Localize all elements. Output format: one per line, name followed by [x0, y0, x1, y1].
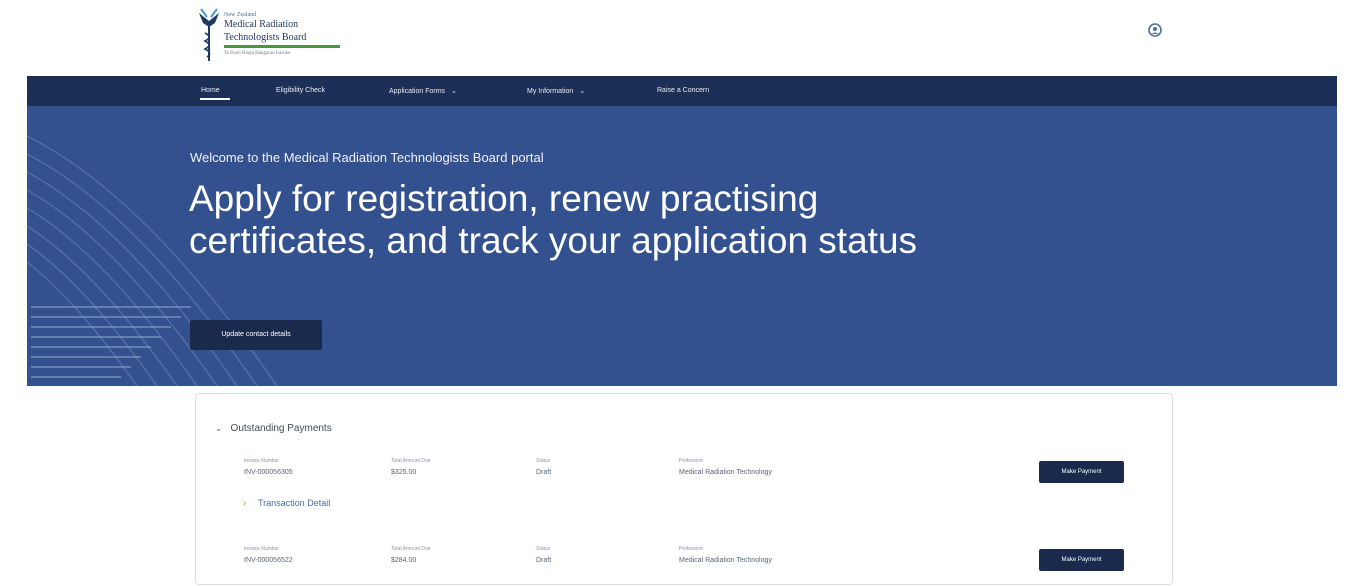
- logo-maori-name: Te Poari Ringa Hangarau Iraruke: [224, 51, 291, 56]
- profession-label: Profession: [679, 458, 703, 464]
- nav-active-indicator: [200, 98, 230, 100]
- outstanding-payments-title: Outstanding Payments: [230, 423, 332, 434]
- profession-value: Medical Radiation Technology: [679, 469, 772, 476]
- nav-home-label: Home: [201, 87, 220, 94]
- logo-name-line1: Medical Radiation: [224, 19, 299, 30]
- nav-eligibility-check[interactable]: Eligibility Check: [276, 87, 325, 94]
- logo-name-line2: Technologists Board: [224, 32, 307, 43]
- status-field: Status Draft: [536, 546, 551, 564]
- invoice-number-label: Invoice Number: [244, 546, 280, 552]
- payment-row: Invoice Number INV-000056305 Total Amoun…: [196, 458, 1172, 498]
- amount-due-field: Total Amount Due $325.00: [391, 458, 430, 476]
- chevron-down-icon: ⌄: [451, 88, 457, 95]
- chevron-down-icon: ⌄: [579, 88, 586, 95]
- make-payment-button[interactable]: Make Payment: [1039, 549, 1124, 571]
- chevron-down-icon: ⌄: [215, 423, 223, 433]
- status-field: Status Draft: [536, 458, 551, 476]
- outstanding-payments-panel: ⌄ Outstanding Payments Invoice Number INV…: [195, 393, 1173, 585]
- status-value: Draft: [536, 557, 552, 564]
- nav-my-information-label: My Information: [527, 88, 574, 95]
- logo-country: New Zealand: [224, 12, 257, 18]
- amount-due-field: Total Amount Due $284.00: [391, 546, 430, 564]
- amount-due-value: $325.00: [391, 469, 417, 476]
- invoice-number-value: INV-000056305: [244, 469, 293, 476]
- status-label: Status: [536, 458, 551, 464]
- caduceus-logo-icon: [199, 8, 219, 61]
- board-logo[interactable]: New Zealand Medical Radiation Technologi…: [197, 7, 347, 65]
- logo-underline: [224, 45, 340, 48]
- hero-heading: Apply for registration, renew practising…: [189, 178, 918, 261]
- site-header: New Zealand Medical Radiation Technologi…: [0, 0, 1354, 76]
- chevron-right-icon: ›: [243, 498, 246, 508]
- transaction-detail-toggle[interactable]: › Transaction Detail: [243, 498, 330, 508]
- nav-raise-concern-label: Raise a Concern: [657, 87, 710, 94]
- amount-due-label: Total Amount Due: [391, 458, 431, 464]
- profession-field: Profession Medical Radiation Technology: [679, 546, 772, 564]
- transaction-detail-label: Transaction Detail: [258, 498, 331, 508]
- user-profile-icon[interactable]: [1148, 23, 1162, 37]
- invoice-number-field: Invoice Number INV-000056305: [244, 458, 293, 476]
- nav-home[interactable]: Home: [201, 87, 220, 94]
- invoice-number-field: Invoice Number INV-000056522: [244, 546, 293, 564]
- profession-value: Medical Radiation Technology: [679, 557, 772, 564]
- nav-eligibility-label: Eligibility Check: [276, 87, 326, 94]
- invoice-number-label: Invoice Number: [244, 458, 280, 464]
- hero-banner: Welcome to the Medical Radiation Technol…: [27, 106, 1337, 386]
- profession-field: Profession Medical Radiation Technology: [679, 458, 772, 476]
- nav-raise-concern[interactable]: Raise a Concern: [657, 87, 709, 94]
- status-label: Status: [536, 546, 551, 552]
- hero-welcome-text: Welcome to the Medical Radiation Technol…: [190, 150, 544, 165]
- main-navigation: Home Eligibility Check Application Forms…: [27, 76, 1337, 106]
- profession-label: Profession: [679, 546, 703, 552]
- invoice-number-value: INV-000056522: [244, 557, 293, 564]
- update-contact-details-button[interactable]: Update contact details: [190, 320, 322, 350]
- make-payment-button[interactable]: Make Payment: [1039, 461, 1124, 483]
- nav-application-forms-label: Application Forms: [389, 88, 446, 95]
- outstanding-payments-toggle[interactable]: ⌄ Outstanding Payments: [215, 423, 332, 434]
- amount-due-value: $284.00: [391, 557, 417, 564]
- amount-due-label: Total Amount Due: [391, 546, 431, 552]
- nav-application-forms[interactable]: Application Forms ⌄: [389, 87, 457, 95]
- nav-my-information[interactable]: My Information ⌄: [527, 87, 585, 95]
- status-value: Draft: [536, 469, 552, 476]
- payment-row: Invoice Number INV-000056522 Total Amoun…: [196, 546, 1172, 586]
